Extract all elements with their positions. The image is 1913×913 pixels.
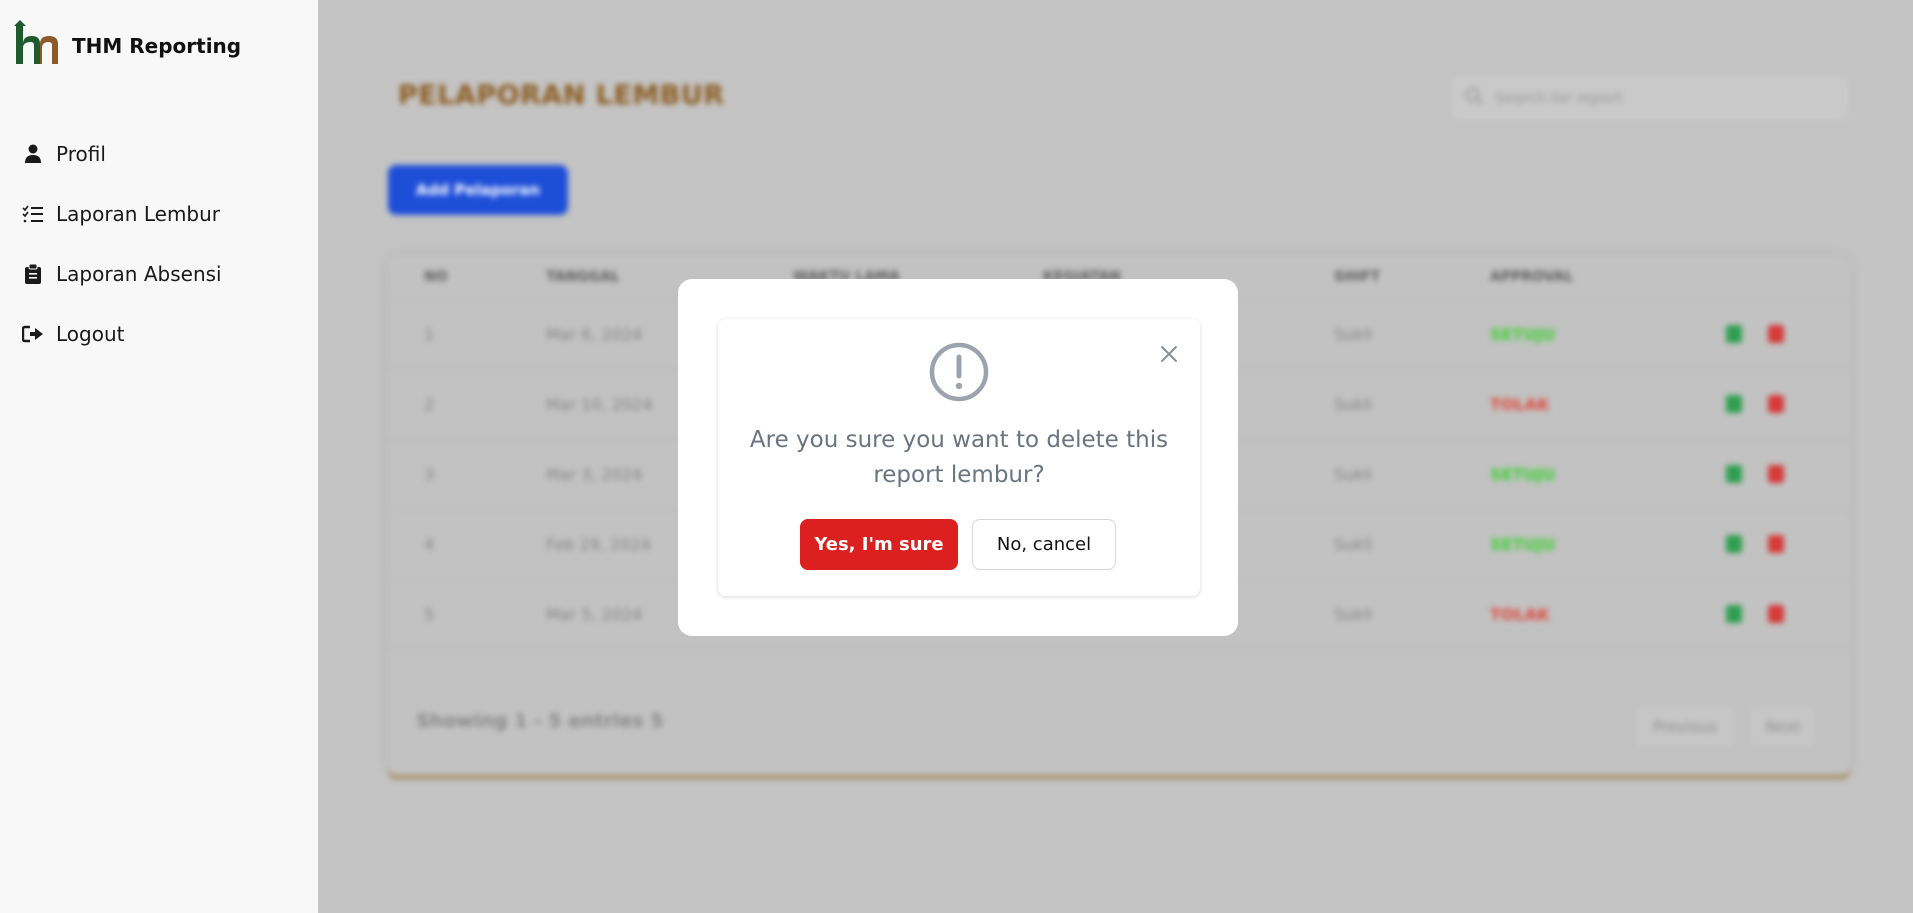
cell-shift: Sukli	[1334, 465, 1373, 484]
delete-icon[interactable]	[1768, 465, 1784, 483]
app-title: THM Reporting	[72, 34, 242, 58]
sidebar-item-logout[interactable]: Logout	[22, 304, 222, 364]
sidebar: THM Reporting Profil Laporan Lembur Lapo…	[0, 0, 318, 913]
sidebar-item-label: Laporan Lembur	[56, 202, 221, 226]
pagination-summary: Showing 1 - 5 entries 5	[416, 710, 664, 732]
cell-shift: Sukli	[1334, 325, 1373, 344]
sidebar-nav: Profil Laporan Lembur Laporan Absensi Lo…	[22, 124, 222, 364]
column-header: APPROVAL	[1490, 269, 1574, 285]
cell-no: 2	[424, 395, 435, 414]
cell-tanggal: Feb 29, 2024	[546, 535, 651, 554]
logout-icon	[22, 323, 44, 345]
add-pelaporan-button[interactable]: Add Pelaporan	[388, 165, 568, 215]
edit-icon[interactable]	[1726, 605, 1742, 623]
delete-icon[interactable]	[1768, 395, 1784, 413]
checklist-icon	[22, 203, 44, 225]
sidebar-item-laporan-absensi[interactable]: Laporan Absensi	[22, 244, 222, 304]
search-placeholder: Search for report	[1495, 89, 1623, 107]
confirm-delete-button[interactable]: Yes, I'm sure	[800, 519, 958, 570]
exclamation-circle-icon	[929, 342, 989, 402]
brand[interactable]: THM Reporting	[12, 18, 241, 70]
status-badge: SETUJU	[1490, 535, 1556, 554]
edit-icon[interactable]	[1726, 465, 1742, 483]
sidebar-item-label: Profil	[56, 142, 106, 166]
previous-button[interactable]: Previous	[1633, 705, 1737, 749]
cell-no: 3	[424, 465, 435, 484]
delete-confirm-modal: Are you sure you want to delete this rep…	[678, 279, 1238, 636]
delete-icon[interactable]	[1768, 535, 1784, 553]
cell-shift: Sukli	[1334, 535, 1373, 554]
edit-icon[interactable]	[1726, 325, 1742, 343]
status-badge: SETUJU	[1490, 325, 1556, 344]
edit-icon[interactable]	[1726, 395, 1742, 413]
status-badge: TOLAK	[1490, 395, 1550, 414]
clipboard-icon	[22, 263, 44, 285]
next-button[interactable]: Next	[1748, 705, 1818, 749]
column-header: TANGGAL	[546, 269, 620, 285]
cell-no: 4	[424, 535, 435, 554]
user-icon	[22, 143, 44, 165]
cell-tanggal: Mar 5, 2024	[546, 605, 643, 624]
cell-shift: Sukli	[1334, 395, 1373, 414]
cell-shift: Sukli	[1334, 605, 1373, 624]
sidebar-item-label: Logout	[56, 322, 125, 346]
cell-no: 5	[424, 605, 435, 624]
page-title: PELAPORAN LEMBUR	[398, 80, 725, 111]
column-header: NO	[424, 269, 448, 285]
cancel-button[interactable]: No, cancel	[972, 519, 1116, 570]
thm-logo-icon	[14, 20, 58, 64]
cell-no: 1	[424, 325, 435, 344]
sidebar-item-label: Laporan Absensi	[56, 262, 222, 286]
search-icon	[1465, 87, 1483, 109]
cell-tanggal: Mar 10, 2024	[546, 395, 653, 414]
sidebar-item-laporan-lembur[interactable]: Laporan Lembur	[22, 184, 222, 244]
modal-body: Are you sure you want to delete this rep…	[718, 319, 1200, 596]
close-button[interactable]	[1156, 341, 1182, 367]
confirm-message: Are you sure you want to delete this rep…	[749, 427, 1169, 488]
close-icon	[1161, 346, 1177, 362]
cell-tanggal: Mar 6, 2024	[546, 325, 643, 344]
delete-icon[interactable]	[1768, 325, 1784, 343]
edit-icon[interactable]	[1726, 535, 1742, 553]
column-header: SHIFT	[1334, 269, 1381, 285]
sidebar-item-profil[interactable]: Profil	[22, 124, 222, 184]
status-badge: TOLAK	[1490, 605, 1550, 624]
search-input[interactable]: Search for report	[1450, 74, 1850, 122]
status-badge: SETUJU	[1490, 465, 1556, 484]
cell-tanggal: Mar 3, 2024	[546, 465, 643, 484]
delete-icon[interactable]	[1768, 605, 1784, 623]
